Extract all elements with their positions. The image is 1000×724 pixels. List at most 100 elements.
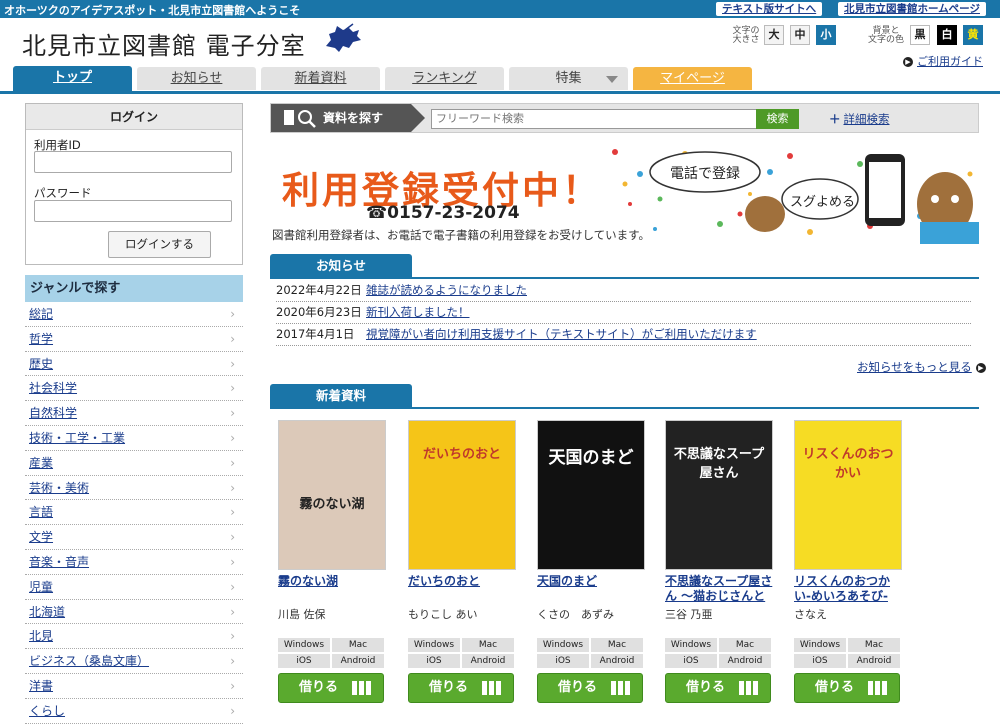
book-card: 不思議なスープ屋さん不思議なスープ屋さん ～猫おじさんと三谷 乃亜 Windows… xyxy=(665,420,773,703)
genre-item[interactable]: 洋書 › xyxy=(25,674,243,699)
genre-item[interactable]: 芸術・美術 › xyxy=(25,476,243,501)
password-label: パスワード xyxy=(34,186,92,200)
chevron-right-icon: › xyxy=(230,331,235,346)
book-author: もりこし あい xyxy=(408,608,478,621)
tab-mypage[interactable]: マイページ xyxy=(633,67,752,90)
new-arrivals-header: 新着資料 xyxy=(270,384,979,409)
platform-badge: Android xyxy=(332,654,384,668)
news-title-link[interactable]: 雑誌が読めるようになりました xyxy=(366,280,527,301)
book-search-icon xyxy=(284,110,316,128)
news-list: 2022年4月22日 雑誌が読めるようになりました 2020年6月23日 新刊入… xyxy=(276,280,971,346)
platform-badge: Mac xyxy=(591,638,643,652)
books-icon xyxy=(611,681,630,695)
font-size-large-button[interactable]: 大 xyxy=(764,25,784,45)
book-author: さなえ xyxy=(794,608,827,621)
tab-ranking[interactable]: ランキング xyxy=(385,67,504,90)
main-nav: トップ お知らせ 新着資料 ランキング 特集 マイページ xyxy=(0,66,1000,94)
genre-item[interactable]: 言語 › xyxy=(25,500,243,526)
platform-badge: Windows xyxy=(665,638,717,652)
genre-item-label: くらし xyxy=(29,703,66,718)
genre-item-label: 洋書 xyxy=(29,678,54,693)
book-title-link[interactable]: 天国のまど xyxy=(537,574,645,604)
chevron-right-icon: › xyxy=(230,530,235,545)
welcome-text: オホーツクのアイデアスポット・北見市立図書館へようこそ xyxy=(4,4,301,17)
top-bar: オホーツクのアイデアスポット・北見市立図書館へようこそ テキスト版サイトへ 北見… xyxy=(0,0,1000,18)
chevron-right-icon: › xyxy=(230,554,235,569)
book-title-link[interactable]: リスくんのおつかい-めいろあそび- xyxy=(794,574,902,604)
books-icon xyxy=(482,681,501,695)
borrow-button[interactable]: 借りる xyxy=(537,673,643,703)
platform-badges: Windows Mac iOS Android xyxy=(408,638,516,670)
password-input[interactable] xyxy=(34,200,232,222)
borrow-label: 借りる xyxy=(558,680,598,695)
borrow-button[interactable]: 借りる xyxy=(665,673,771,703)
genre-item[interactable]: 音楽・音声 › xyxy=(25,550,243,575)
genre-item[interactable]: 哲学 › xyxy=(25,327,243,352)
search-input[interactable] xyxy=(431,109,757,129)
platform-badge: Mac xyxy=(332,638,384,652)
registration-banner[interactable]: 利用登録受付中！ ☎0157-23-2074 図書館利用登録者は、お電話で電子書… xyxy=(270,144,979,244)
genre-item[interactable]: 文学 › xyxy=(25,525,243,550)
plus-icon: ＋ xyxy=(829,112,841,126)
genre-item[interactable]: 自然科学 › xyxy=(25,401,243,426)
book-title-link[interactable]: 不思議なスープ屋さん ～猫おじさんと xyxy=(665,574,773,604)
genre-item[interactable]: ビジネス（桑島文庫） › xyxy=(25,649,243,674)
text-site-link[interactable]: テキスト版サイトへ xyxy=(716,2,823,16)
genre-item[interactable]: 技術・工学・工業 › xyxy=(25,426,243,451)
genre-item[interactable]: 児童 › xyxy=(25,575,243,600)
borrow-label: 借りる xyxy=(299,680,339,695)
banner-caption: 図書館利用登録者は、お電話で電子書籍の利用登録をお受けしています。 xyxy=(272,228,651,242)
genre-item-label: 芸術・美術 xyxy=(29,480,90,495)
tab-top[interactable]: トップ xyxy=(13,66,132,91)
genre-item[interactable]: 産業 › xyxy=(25,451,243,476)
chevron-right-icon: › xyxy=(230,381,235,396)
site-logo[interactable]: 北見市立図書館 電子分室 xyxy=(22,26,306,61)
platform-badge: iOS xyxy=(278,654,330,668)
borrow-button[interactable]: 借りる xyxy=(408,673,514,703)
genre-item[interactable]: 歴史 › xyxy=(25,352,243,377)
tab-features-label: 特集 xyxy=(555,71,582,86)
borrow-button[interactable]: 借りる xyxy=(794,673,900,703)
color-scheme-label: 背景と 文字の色 xyxy=(868,26,905,45)
book-title-link[interactable]: 霧のない湖 xyxy=(278,574,386,604)
genre-item[interactable]: くらし › xyxy=(25,699,243,724)
news-date: 2022年4月22日 xyxy=(276,283,362,297)
tab-news[interactable]: お知らせ xyxy=(137,67,256,90)
chevron-right-icon: › xyxy=(230,455,235,470)
genre-item[interactable]: 北見 › xyxy=(25,624,243,650)
genre-item-label: 北見 xyxy=(29,629,54,644)
book-cover[interactable]: リスくんのおつかい xyxy=(794,420,902,570)
color-black-button[interactable]: 黒 xyxy=(910,25,930,45)
font-size-small-button[interactable]: 小 xyxy=(816,25,836,45)
search-button[interactable]: 検索 xyxy=(756,109,799,129)
tab-features[interactable]: 特集 xyxy=(509,67,628,90)
book-title-link[interactable]: だいちのおと xyxy=(408,574,516,604)
banner-bubble-phone: 電話で登録 xyxy=(670,166,740,182)
platform-badge: iOS xyxy=(408,654,460,668)
news-title-link[interactable]: 新刊入荷しました！ xyxy=(366,302,470,323)
book-cover[interactable]: 不思議なスープ屋さん xyxy=(665,420,773,570)
color-white-button[interactable]: 白 xyxy=(937,25,957,45)
color-yellow-button[interactable]: 黄 xyxy=(963,25,983,45)
login-panel: ログイン 利用者ID パスワード ログインする xyxy=(25,103,243,265)
news-title-link[interactable]: 視覚障がい者向け利用支援サイト（テキストサイト）がご利用いただけます xyxy=(366,324,757,345)
genre-item[interactable]: 総記 › xyxy=(25,302,243,327)
news-date: 2017年4月1日 xyxy=(276,327,355,341)
tab-new-arrivals[interactable]: 新着資料 xyxy=(261,67,380,90)
advanced-search-link[interactable]: ＋詳細検索 xyxy=(829,111,890,127)
books-icon xyxy=(352,681,371,695)
library-home-link[interactable]: 北見市立図書館ホームページ xyxy=(838,2,986,16)
genre-item[interactable]: 北海道 › xyxy=(25,600,243,625)
book-author: 三谷 乃亜 xyxy=(665,608,713,621)
genre-item[interactable]: 社会科学 › xyxy=(25,376,243,402)
book-cover[interactable]: 天国のまど xyxy=(537,420,645,570)
font-size-medium-button[interactable]: 中 xyxy=(790,25,810,45)
book-cover[interactable]: だいちのおと xyxy=(408,420,516,570)
book-cover-text: 天国のまど xyxy=(548,448,634,468)
more-news-link[interactable]: お知らせをもっと見る ▶ xyxy=(857,359,986,375)
user-id-input[interactable] xyxy=(34,151,232,173)
login-button[interactable]: ログインする xyxy=(108,231,211,258)
book-card: リスくんのおつかい リスくんのおつかい-めいろあそび- さなえ Windows Mac i… xyxy=(794,420,902,703)
borrow-button[interactable]: 借りる xyxy=(278,673,384,703)
book-cover[interactable]: 霧のない湖 xyxy=(278,420,386,570)
